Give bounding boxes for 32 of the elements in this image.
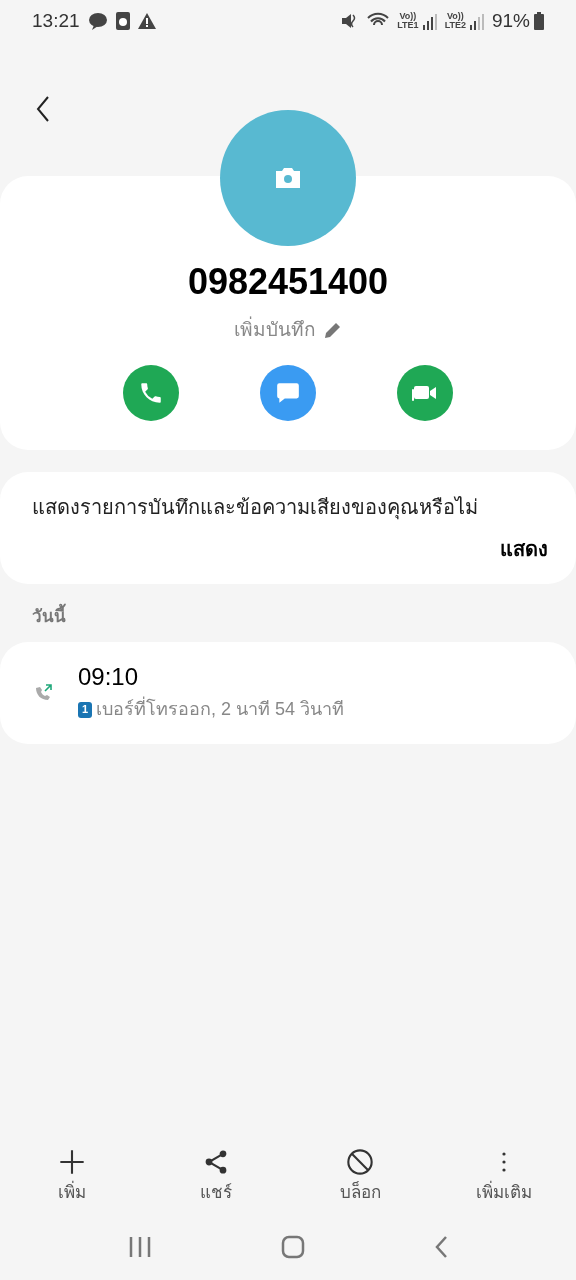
warning-icon [137,13,156,29]
toolbar-button[interactable]: เพิ่ม [0,1136,144,1222]
battery-percent: 91% [491,8,530,33]
toolbar-button[interactable]: บล็อก [288,1136,432,1222]
toolbar-button[interactable]: เพิ่มเติม [432,1136,576,1222]
plus-icon [58,1148,86,1176]
camera-icon [273,166,303,190]
prompt-text: แสดงรายการบันทึกและข้อความเสียงของคุณหรือไม่ [32,495,479,522]
back-icon[interactable] [433,1235,448,1259]
block-icon [346,1148,374,1176]
volte-label: Vo)) [399,12,417,21]
chat-bubble-icon [87,12,108,30]
home-icon[interactable] [281,1235,305,1259]
recent-apps-icon[interactable] [128,1236,153,1258]
add-note-button[interactable]: เพิ่มบันทึก [234,316,342,345]
network-label: LTE2 [444,21,466,30]
sim-badge: 1 [78,701,92,718]
section-heading: วันนี้ [32,604,576,630]
call-time: 09:10 [78,662,140,692]
signal-icon [422,14,437,30]
toolbar-button[interactable]: แชร์ [144,1136,288,1222]
battery-icon [534,12,544,30]
contact-number: 0982451400 [187,264,389,300]
call-log-item[interactable]: 09:10 1 เบอร์ที่โทรออก, 2 นาที 54 วินาที [0,641,576,744]
volte-label: Vo)) [446,12,464,21]
show-button[interactable]: แสดง [500,534,548,564]
network-label: LTE1 [397,21,419,30]
pencil-icon [324,321,342,340]
signal-icon [469,14,484,30]
call-detail: เบอร์ที่โทรออก, 2 นาที 54 วินาที [96,696,345,723]
clock: 13:21 [32,8,80,33]
clock-app-icon [115,12,130,30]
